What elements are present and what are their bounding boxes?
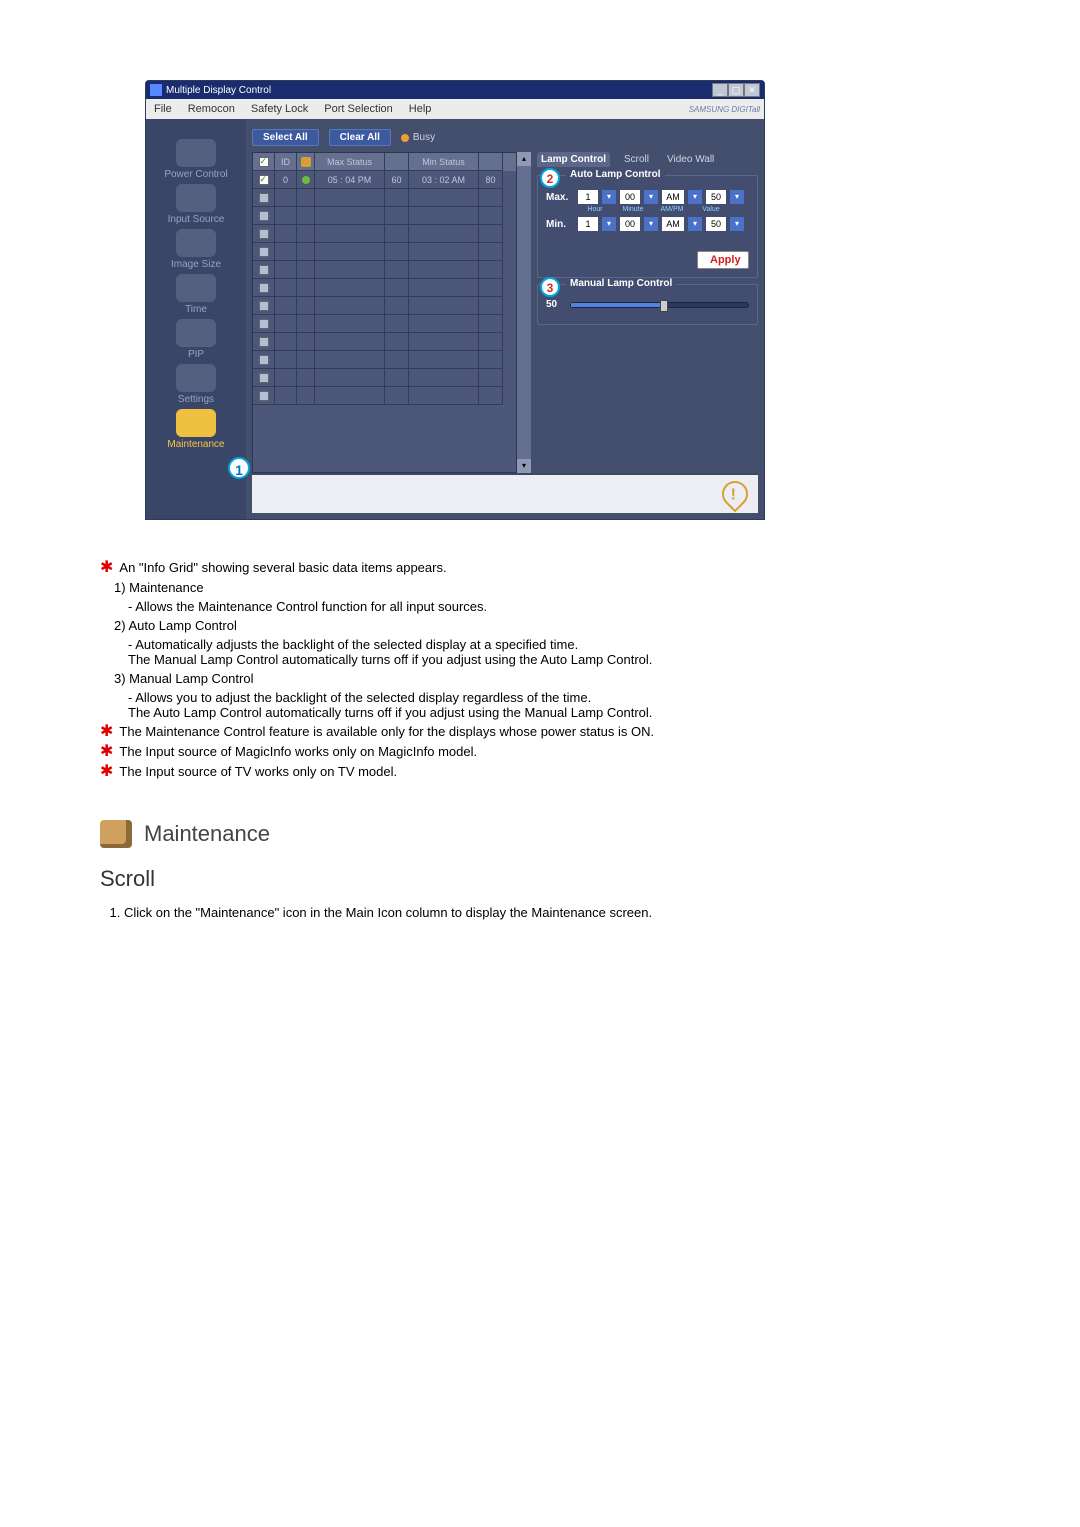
status-dot-icon <box>302 176 310 184</box>
dropdown-icon[interactable]: ▾ <box>730 217 744 231</box>
menu-remocon[interactable]: Remocon <box>180 103 243 115</box>
item-1-sub: - Allows the Maintenance Control functio… <box>128 599 980 614</box>
note-1: ✱The Maintenance Control feature is avai… <box>100 724 980 740</box>
item-3-sub1: - Allows you to adjust the backlight of … <box>128 690 980 705</box>
sidebar-item-maintenance[interactable]: Maintenance <box>151 409 241 450</box>
subsection-title: Scroll <box>100 866 980 892</box>
min-hour[interactable]: 1 <box>578 217 598 231</box>
min-value[interactable]: 50 <box>706 217 726 231</box>
star-icon: ✱ <box>100 744 113 760</box>
clear-all-button[interactable]: Clear All <box>329 129 391 146</box>
section-title: Maintenance <box>144 821 270 847</box>
max-hour[interactable]: 1 <box>578 190 598 204</box>
maximize-button[interactable]: ▢ <box>728 83 744 97</box>
item-1: 1) Maintenance <box>114 580 980 595</box>
sidebar-item-pip[interactable]: PIP <box>151 319 241 360</box>
sidebar-item-power[interactable]: Power Control <box>151 139 241 180</box>
menubar: File Remocon Safety Lock Port Selection … <box>146 99 764 119</box>
item-3: 3) Manual Lamp Control <box>114 671 980 686</box>
max-value[interactable]: 50 <box>706 190 726 204</box>
star-icon: ✱ <box>100 724 113 740</box>
max-label: Max. <box>546 192 574 203</box>
max-ampm[interactable]: AM <box>662 190 684 204</box>
menu-file[interactable]: File <box>146 103 180 115</box>
scroll-up-icon[interactable]: ▴ <box>517 152 531 166</box>
max-minute[interactable]: 00 <box>620 190 640 204</box>
dropdown-icon[interactable]: ▾ <box>644 190 658 204</box>
star-icon: ✱ <box>100 764 113 780</box>
tab-lamp-control[interactable]: Lamp Control <box>537 152 610 167</box>
col-check[interactable] <box>253 153 275 171</box>
item-2-sub1: - Automatically adjusts the backlight of… <box>128 637 980 652</box>
item-2-sub2: The Manual Lamp Control automatically tu… <box>128 652 980 667</box>
callout-3: 3 <box>540 277 560 297</box>
right-tabs: Lamp Control Scroll Video Wall <box>537 152 758 167</box>
busy-indicator: Busy <box>401 132 435 143</box>
dropdown-icon[interactable]: ▾ <box>730 190 744 204</box>
item-2: 2) Auto Lamp Control <box>114 618 980 633</box>
dropdown-icon[interactable]: ▾ <box>602 217 616 231</box>
col-maxstatus: Max Status <box>315 153 385 171</box>
dropdown-icon[interactable]: ▾ <box>688 217 702 231</box>
note-2: ✱The Input source of MagicInfo works onl… <box>100 744 980 760</box>
menu-portselection[interactable]: Port Selection <box>316 103 400 115</box>
min-label: Min. <box>546 219 574 230</box>
menu-safetylock[interactable]: Safety Lock <box>243 103 316 115</box>
auto-lamp-title: Auto Lamp Control <box>566 169 665 180</box>
sidebar-item-input[interactable]: Input Source <box>151 184 241 225</box>
dropdown-icon[interactable]: ▾ <box>688 190 702 204</box>
sidebar-item-settings[interactable]: Settings <box>151 364 241 405</box>
main-panel: Select All Clear All Busy ID Max Status <box>246 119 764 519</box>
apply-button[interactable]: Apply <box>697 251 749 269</box>
col-status-icon <box>297 153 315 171</box>
min-ampm[interactable]: AM <box>662 217 684 231</box>
close-button[interactable]: ✕ <box>744 83 760 97</box>
dropdown-icon[interactable]: ▾ <box>644 217 658 231</box>
minimize-button[interactable]: _ <box>712 83 728 97</box>
select-all-button[interactable]: Select All <box>252 129 319 146</box>
titlebar: Multiple Display Control _ ▢ ✕ <box>146 81 764 99</box>
sidebar-item-time[interactable]: Time <box>151 274 241 315</box>
app-window: Multiple Display Control _ ▢ ✕ File Remo… <box>145 80 765 520</box>
auto-lamp-panel: 2 Auto Lamp Control Max. 1▾ 00▾ AM▾ 50▾ <box>537 175 758 278</box>
star-icon: ✱ <box>100 560 113 576</box>
bullet-info-grid: ✱An "Info Grid" showing several basic da… <box>100 560 980 576</box>
app-icon <box>150 84 162 96</box>
window-title: Multiple Display Control <box>166 85 271 96</box>
manual-lamp-panel: 3 Manual Lamp Control 50 <box>537 284 758 325</box>
note-3: ✱The Input source of TV works only on TV… <box>100 764 980 780</box>
manual-lamp-title: Manual Lamp Control <box>566 278 676 289</box>
manual-value-label: 50 <box>546 299 566 310</box>
col-maxv <box>385 153 409 171</box>
min-minute[interactable]: 00 <box>620 217 640 231</box>
sidebar: Power Control Input Source Image Size Ti… <box>146 119 246 519</box>
tab-video-wall[interactable]: Video Wall <box>663 152 718 167</box>
col-id: ID <box>275 153 297 171</box>
dropdown-icon[interactable]: ▾ <box>602 190 616 204</box>
scroll-down-icon[interactable]: ▾ <box>517 459 531 473</box>
manual-lamp-slider[interactable] <box>570 302 749 308</box>
slider-thumb-icon[interactable] <box>660 300 668 312</box>
callout-2: 2 <box>540 168 560 188</box>
menu-help[interactable]: Help <box>401 103 440 115</box>
col-minv <box>479 153 503 171</box>
callout-1: 1 <box>228 457 250 479</box>
step-1: Click on the "Maintenance" icon in the M… <box>124 905 980 920</box>
status-bar: ! <box>252 473 758 513</box>
table-row[interactable]: 0 05 : 04 PM 60 03 : 02 AM 80 <box>253 171 516 189</box>
row-checkbox[interactable] <box>259 175 269 185</box>
info-grid: ID Max Status Min Status 0 <box>252 152 517 473</box>
item-3-sub2: The Auto Lamp Control automatically turn… <box>128 705 980 720</box>
grid-scrollbar[interactable]: ▴ ▾ <box>517 152 531 473</box>
tab-scroll[interactable]: Scroll <box>620 152 653 167</box>
samsung-logo: SAMSUNG DIGITall <box>689 105 760 114</box>
col-minstatus: Min Status <box>409 153 479 171</box>
sidebar-item-imagesize[interactable]: Image Size <box>151 229 241 270</box>
maintenance-section-icon <box>100 820 132 848</box>
warning-icon: ! <box>717 476 754 513</box>
